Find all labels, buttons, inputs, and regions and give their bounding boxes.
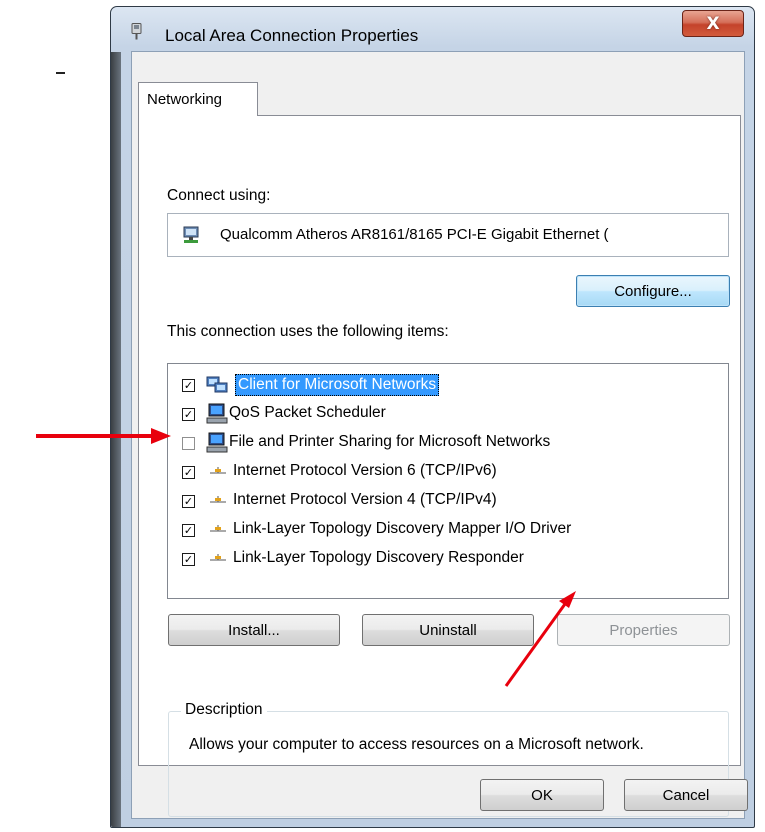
protocol-icon — [210, 496, 226, 503]
install-button-label: Install... — [228, 621, 280, 639]
adapter-field: Qualcomm Atheros AR8161/8165 PCI-E Gigab… — [167, 213, 729, 257]
properties-button-label: Properties — [609, 621, 678, 639]
item-label: Internet Protocol Version 6 (TCP/IPv6) — [233, 462, 497, 479]
configure-button-label: Configure... — [614, 282, 692, 300]
networking-tab-panel: Connect using: Qualcomm Atheros AR8161/8… — [138, 115, 741, 817]
item-checkbox[interactable]: ✓ — [182, 524, 195, 537]
configure-button[interactable]: Configure... — [576, 275, 730, 307]
description-text: Allows your computer to access resources… — [189, 736, 644, 753]
network-client-icon — [206, 376, 228, 393]
properties-dialog: Local Area Connection Properties X Netwo… — [110, 6, 755, 828]
ok-button[interactable]: OK — [480, 779, 604, 811]
item-checkbox[interactable]: ✓ — [182, 553, 195, 566]
close-button[interactable]: X — [682, 10, 744, 37]
title-bar[interactable]: Local Area Connection Properties X — [111, 7, 754, 51]
network-adapter-icon — [183, 226, 199, 243]
dialog-client-area: Networking Connect using: Qualcomm Ather… — [131, 51, 748, 819]
close-icon: X — [706, 13, 720, 34]
window-edge — [111, 52, 121, 827]
item-label: Client for Microsoft Networks — [235, 374, 440, 396]
stray-mark — [56, 72, 65, 74]
protocol-icon — [210, 467, 226, 474]
uninstall-button-label: Uninstall — [419, 621, 477, 639]
item-checkbox[interactable]: ✓ — [182, 408, 195, 421]
protocol-icon — [210, 554, 226, 561]
ok-button-label: OK — [531, 786, 553, 804]
items-label: This connection uses the following items… — [167, 323, 449, 340]
item-label: File and Printer Sharing for Microsoft N… — [229, 433, 551, 450]
network-adapter-icon — [131, 23, 142, 40]
item-label: Link-Layer Topology Discovery Responder — [233, 549, 524, 566]
adapter-name: Qualcomm Atheros AR8161/8165 PCI-E Gigab… — [220, 226, 609, 243]
item-checkbox[interactable]: ✓ — [182, 466, 195, 479]
window-title: Local Area Connection Properties — [165, 26, 419, 45]
properties-button[interactable]: Properties — [557, 614, 730, 646]
uninstall-button[interactable]: Uninstall — [362, 614, 534, 646]
item-checkbox[interactable]: ✓ — [182, 379, 195, 392]
item-checkbox[interactable] — [182, 437, 195, 450]
cancel-button[interactable]: Cancel — [624, 779, 748, 811]
item-checkbox[interactable]: ✓ — [182, 495, 195, 508]
computer-service-icon — [206, 432, 228, 453]
install-button[interactable]: Install... — [168, 614, 340, 646]
connect-using-label: Connect using: — [167, 187, 271, 204]
protocol-icon — [210, 525, 226, 532]
item-label: QoS Packet Scheduler — [229, 404, 386, 421]
items-list[interactable]: ✓ Client for Microsoft Networks ✓ QoS Pa… — [167, 363, 729, 599]
item-label: Internet Protocol Version 4 (TCP/IPv4) — [233, 491, 497, 508]
description-legend: Description — [181, 701, 267, 719]
computer-service-icon — [206, 403, 228, 424]
cancel-button-label: Cancel — [662, 786, 710, 804]
item-label: Link-Layer Topology Discovery Mapper I/O… — [233, 520, 572, 537]
tab-networking[interactable]: Networking — [138, 82, 258, 116]
